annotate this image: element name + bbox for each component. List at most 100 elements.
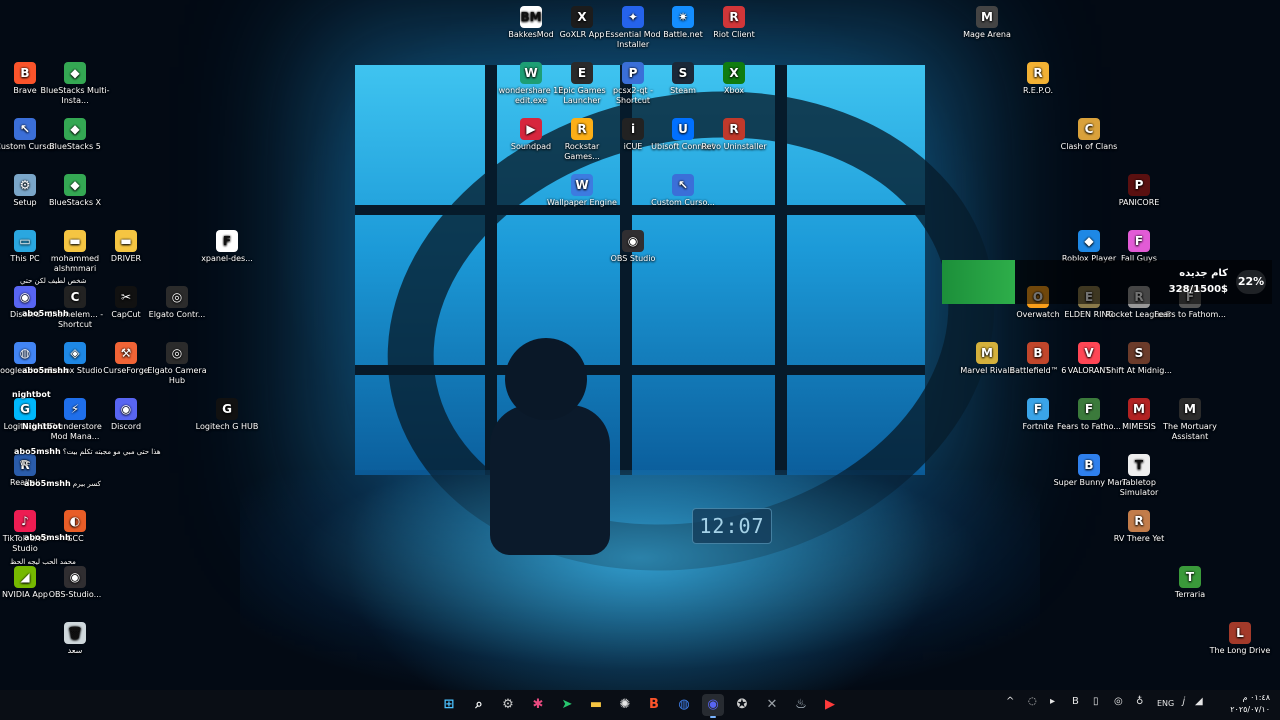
app-pink-icon[interactable]: ✱ xyxy=(527,694,549,716)
chat-text: we xyxy=(20,459,31,467)
desktop-icon-obs[interactable]: ◉ OBS Studio xyxy=(597,230,669,264)
app-gear-icon[interactable]: ✺ xyxy=(614,694,636,716)
setup-icon: ⚙ xyxy=(14,174,36,196)
xpanel-icon: F xyxy=(216,230,238,252)
tray-app-icon[interactable]: ▯ xyxy=(1093,696,1099,707)
desktop-icon-rv[interactable]: R RV There Yet xyxy=(1103,510,1175,544)
taskbar: ⊞ ⌕ ⚙ ✱ ➤ ▬ ✺ B ◍ ◉ ✪ ✕ ♨ ▶ ^ ◌ ▸ B ▯ ◎ ♁ ENG 𝑗 ◢ ٠١:… xyxy=(0,690,1280,720)
desktop-icon-label: BlueStacks X xyxy=(48,198,102,207)
desktop-icon-label: Xbox xyxy=(724,86,744,95)
start-button[interactable]: ⊞ xyxy=(438,694,460,716)
app-notify-icon[interactable]: ✪ xyxy=(731,694,753,716)
search-icon[interactable]: ⌕ xyxy=(468,694,490,716)
microphone-icon[interactable]: ♁ xyxy=(1136,696,1143,707)
volume-icon[interactable]: ◢ xyxy=(1195,696,1203,707)
desktop-icon-wallpaper-engine[interactable]: W Wallpaper Engine xyxy=(546,174,618,208)
desktop-icon-label: Wallpaper Engine xyxy=(547,198,617,207)
desktop-icon-bluestacks[interactable]: ◆ BlueStacks X xyxy=(39,174,111,208)
roblox-studio-icon: ◈ xyxy=(64,342,86,364)
desktop-icon-label: Fears to Fathom... xyxy=(1154,310,1226,319)
desktop-icon-fall-guys[interactable]: F Fall Guys xyxy=(1103,230,1175,264)
desktop-icon-cursor[interactable]: ↖ Custom Curso... xyxy=(647,174,719,208)
tabletop-icon: T xyxy=(1128,454,1150,476)
desktop-icon-logitech-ghub[interactable]: G Logitech G HUB xyxy=(191,398,263,432)
elgato-icon: ◎ xyxy=(166,342,188,364)
soundpad-icon: ▶ xyxy=(520,118,542,140)
battlenet-icon: ✷ xyxy=(672,6,694,28)
tray-app-icon[interactable]: ◎ xyxy=(1114,696,1123,707)
tray-app-icon[interactable]: B xyxy=(1072,696,1079,707)
desktop-icon-label: RV There Yet xyxy=(1113,534,1165,543)
desktop-icon-xbox[interactable]: X Xbox xyxy=(698,62,770,96)
obs-icon: ◉ xyxy=(622,230,644,252)
settings-icon[interactable]: ⚙ xyxy=(497,694,519,716)
chameleon-icon: C xyxy=(64,286,86,308)
goal-progress-fill xyxy=(942,260,1015,304)
xbox-icon: X xyxy=(723,62,745,84)
desktop-icon-elgato[interactable]: ◎ Elgato Camera Hub xyxy=(141,342,213,386)
desktop-icon-label: Logitech G HUB xyxy=(195,422,259,431)
desktop-icon-mortuary[interactable]: M The Mortuary Assistant xyxy=(1154,398,1226,442)
desktop-icon-terraria[interactable]: T Terraria xyxy=(1154,566,1226,600)
chat-message: abo5mshh كسر بيرم xyxy=(24,479,101,489)
desktop-icon-label: OBS Studio xyxy=(610,254,656,263)
chat-message: nightbot xyxy=(12,390,51,400)
desktop-icon-recycle-bin[interactable]: 🗑 سعد xyxy=(39,622,111,656)
mimesis-icon: M xyxy=(1128,398,1150,420)
file-explorer-icon[interactable]: ▬ xyxy=(585,694,607,716)
tray-overflow-icon[interactable]: ^ xyxy=(1006,696,1014,707)
desktop-icon-shift[interactable]: S Shift At Midnig... xyxy=(1103,342,1175,376)
steam-icon[interactable]: ♨ xyxy=(790,694,812,716)
desktop-icon-xpanel[interactable]: Fxpanel-des... xyxy=(191,230,263,264)
xbox-app-icon[interactable]: ✕ xyxy=(761,694,783,716)
shift-icon: S xyxy=(1128,342,1150,364)
desktop-icon-bluestacks[interactable]: ◆ BlueStacks Multi-Insta... xyxy=(39,62,111,106)
floor-light xyxy=(240,470,1040,690)
desktop-icon-long-drive[interactable]: L The Long Drive xyxy=(1204,622,1276,656)
taskbar-clock[interactable]: ٠١:٤٨ م ٢٠٢٥/٠٧/١٠ xyxy=(1222,692,1270,716)
discord-icon: ◉ xyxy=(115,398,137,420)
desktop-icon-clash[interactable]: C Clash of Clans xyxy=(1053,118,1125,152)
app-green-icon[interactable]: ➤ xyxy=(556,694,578,716)
desktop-icon-label: Custom Curso... xyxy=(651,198,715,207)
desktop-icon-bluestacks[interactable]: ◆ BlueStacks 5 xyxy=(39,118,111,152)
clock-time: ٠١:٤٨ م xyxy=(1242,693,1270,702)
chat-text: كسر بيرم xyxy=(70,480,101,488)
brave-icon[interactable]: B xyxy=(643,694,665,716)
desktop-icon-label: OBS-Studio... xyxy=(48,590,102,599)
tray-play-icon[interactable]: ▸ xyxy=(1050,696,1055,707)
bluestacks-icon: ◆ xyxy=(64,118,86,140)
desktop-icon-discord[interactable]: ◉ Discord xyxy=(90,398,162,432)
logitech-ghub-icon: G xyxy=(216,398,238,420)
desktop-icon-tabletop[interactable]: T Tabletop Simulator xyxy=(1103,454,1175,498)
desktop-icon-panicore[interactable]: P PANICORE xyxy=(1103,174,1175,208)
brave-icon: B xyxy=(14,62,36,84)
tray-app-icon[interactable]: ◌ xyxy=(1028,696,1037,707)
desktop-icon-revo[interactable]: R Revo Uninstaller xyxy=(698,118,770,152)
bunny-icon: B xyxy=(1078,454,1100,476)
discord-icon[interactable]: ◉ xyxy=(702,694,724,718)
fears-icon: F xyxy=(1078,398,1100,420)
riot-icon: R xyxy=(723,6,745,28)
desktop-icon-label: Mage Arena xyxy=(963,30,1011,39)
desktop-icon-label: Clash of Clans xyxy=(1060,142,1118,151)
discord-icon: ◉ xyxy=(14,286,36,308)
desktop-icon-label: Revo Uninstaller xyxy=(701,142,767,151)
chat-message: abo5mshh xyxy=(22,366,69,376)
desktop-icon-obs[interactable]: ◉ OBS-Studio... xyxy=(39,566,111,600)
chrome-icon[interactable]: ◍ xyxy=(673,694,695,716)
gcc-icon: ◐ xyxy=(64,510,86,532)
youtube-icon[interactable]: ▶ xyxy=(819,694,841,716)
desktop-icon-folder[interactable]: ▬ DRIVER xyxy=(90,230,162,264)
elgato-icon: ◎ xyxy=(166,286,188,308)
desktop-icon-riot[interactable]: R Riot Client xyxy=(698,6,770,40)
language-indicator[interactable]: ENG xyxy=(1157,699,1174,708)
desktop-icon-elgato[interactable]: ◎ Elgato Contr... xyxy=(141,286,213,320)
chat-username: abo5mshh xyxy=(22,366,69,375)
wifi-icon[interactable]: 𝑗 xyxy=(1182,696,1185,707)
fall-guys-icon: F xyxy=(1128,230,1150,252)
desktop-icon-label: xpanel-des... xyxy=(201,254,253,263)
chat-message: abo5mshh xyxy=(24,533,71,543)
desktop-icon-repo[interactable]: R R.E.P.O. xyxy=(1002,62,1074,96)
desktop-icon-mage-arena[interactable]: M Mage Arena xyxy=(951,6,1023,40)
